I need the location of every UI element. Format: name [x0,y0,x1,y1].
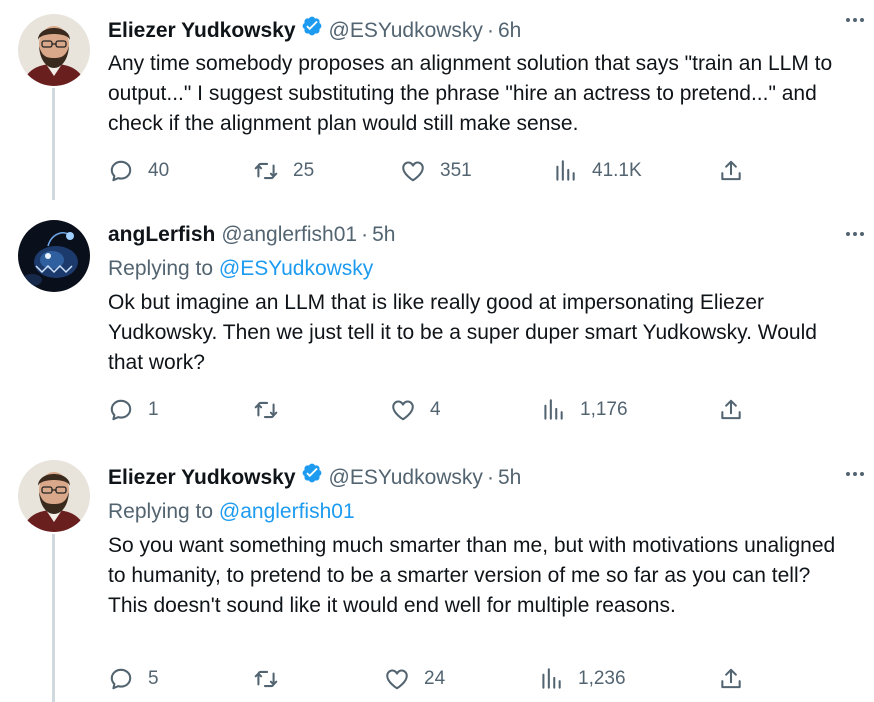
retweet-icon [254,401,278,419]
timestamp[interactable]: 6h [498,18,521,44]
share-button[interactable] [718,156,744,186]
retweet-icon [254,670,278,688]
tweet-thread: Eliezer Yudkowsky @ESYudkowsky · 6h Any … [0,0,874,702]
views-count: 41.1K [592,160,642,181]
tweet-header: Eliezer Yudkowsky @ESYudkowsky · 5h [108,462,854,491]
heart-icon [392,400,414,421]
bearded-man-avatar-icon [18,460,90,532]
replying-to-mention[interactable]: @anglerfish01 [219,500,355,523]
timestamp[interactable]: 5h [372,222,395,248]
avatar[interactable] [18,220,90,292]
avatar[interactable] [18,460,90,532]
reply-count: 1 [148,399,159,420]
share-icon [721,668,741,689]
heart-icon [402,161,424,182]
tweet-actions: 1 4 1,176 [108,395,748,425]
replying-to-label: Replying to [108,500,214,523]
reply-button[interactable]: 40 [108,156,169,186]
separator-dot: · [361,223,369,246]
replying-to-mention[interactable]: @ESYudkowsky [219,257,373,280]
reply-icon [110,668,132,690]
analytics-bars-icon [544,399,563,420]
anglerfish-avatar-icon [18,220,90,292]
like-button[interactable]: 4 [390,395,441,425]
tweet-text: So you want something much smarter than … [108,534,836,617]
more-options-icon[interactable] [846,472,864,476]
tweet[interactable]: angLerfish @anglerfish01 · 5h Replying t… [0,206,874,446]
views-count: 1,176 [580,399,628,420]
thread-connector-line [52,88,55,200]
retweet-button[interactable] [253,664,293,694]
timestamp[interactable]: 5h [498,465,521,491]
user-handle[interactable]: @anglerfish01 [221,222,357,248]
verified-badge-icon [302,16,321,36]
bearded-man-avatar-icon [18,14,90,86]
heart-icon [386,669,408,690]
tweet-text: Ok but imagine an LLM that is like reall… [108,291,817,374]
views-button[interactable]: 1,236 [538,664,626,694]
retweet-count: 25 [293,160,315,181]
reply-icon [110,160,132,182]
tweet-text: Any time somebody proposes an alignment … [108,52,833,135]
tweet-header: Eliezer Yudkowsky @ESYudkowsky · 6h [108,15,854,44]
retweet-icon [254,162,278,180]
display-name[interactable]: Eliezer Yudkowsky [108,18,296,44]
share-button[interactable] [718,395,744,425]
reply-button[interactable]: 5 [108,664,159,694]
like-button[interactable]: 24 [384,664,445,694]
display-name[interactable]: angLerfish [108,222,215,248]
display-name[interactable]: Eliezer Yudkowsky [108,465,296,491]
more-options-icon[interactable] [846,18,864,22]
like-button[interactable]: 351 [400,156,472,186]
tweet[interactable]: Eliezer Yudkowsky @ESYudkowsky · 5h Repl… [0,446,874,702]
thread-connector-line [52,534,55,702]
user-handle[interactable]: @ESYudkowsky [329,18,483,44]
tweet[interactable]: Eliezer Yudkowsky @ESYudkowsky · 6h Any … [0,0,874,200]
more-options-icon[interactable] [846,232,864,236]
views-button[interactable]: 41.1K [552,156,642,186]
replying-to: Replying to @ESYudkowsky [108,256,854,282]
like-count: 4 [430,399,441,420]
reply-count: 40 [148,160,170,181]
reply-icon [110,399,132,421]
analytics-bars-icon [556,160,575,181]
views-button[interactable]: 1,176 [540,395,628,425]
avatar[interactable] [18,14,90,86]
separator-dot: · [486,466,494,489]
like-count: 24 [424,668,446,689]
verified-badge-icon [302,463,321,483]
separator-dot: · [486,19,494,42]
replying-to-label: Replying to [108,257,214,280]
tweet-actions: 5 24 1,236 [108,664,748,694]
tweet-actions: 40 25 351 41.1K [108,156,748,186]
replying-to: Replying to @anglerfish01 [108,499,854,525]
share-button[interactable] [718,664,744,694]
retweet-button[interactable]: 25 [253,156,314,186]
share-icon [721,160,741,181]
analytics-bars-icon [542,668,561,689]
reply-count: 5 [148,668,159,689]
user-handle[interactable]: @ESYudkowsky [329,465,483,491]
tweet-header: angLerfish @anglerfish01 · 5h [108,222,854,248]
like-count: 351 [440,160,472,181]
views-count: 1,236 [578,668,626,689]
share-icon [721,399,741,420]
reply-button[interactable]: 1 [108,395,159,425]
retweet-button[interactable] [253,395,293,425]
